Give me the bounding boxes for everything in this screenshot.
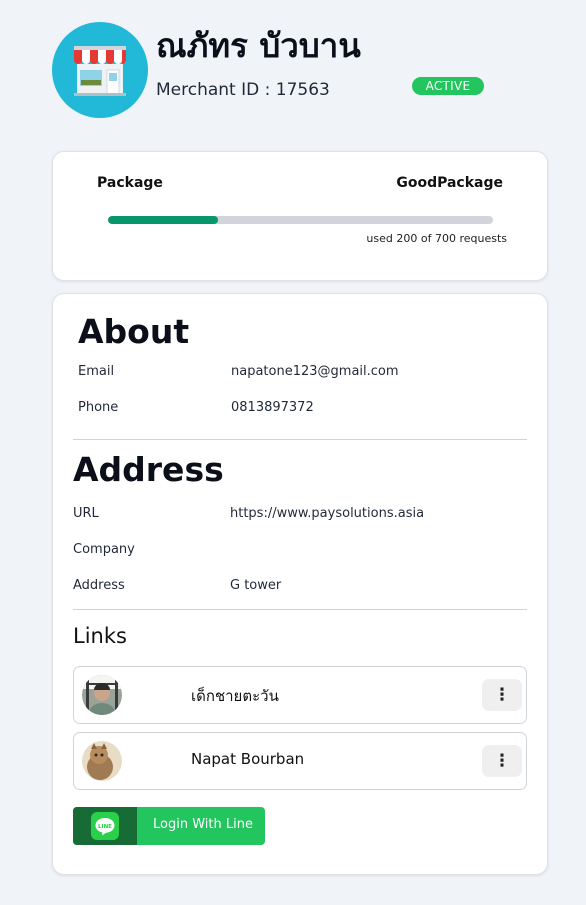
link-avatar [82,741,122,781]
company-label: Company [73,542,135,557]
login-with-line-button[interactable]: LINE Login With Line [73,807,265,845]
link-avatar [82,675,122,715]
email-value: napatone123@gmail.com [231,364,399,379]
phone-label: Phone [78,400,119,415]
address-value: G tower [230,578,282,593]
url-value: https://www.paysolutions.asia [230,506,425,521]
address-heading: Address [73,450,224,489]
merchant-info-card: About Email napatone123@gmail.com Phone … [52,293,548,875]
package-label: Package [97,175,163,191]
line-icon: LINE [73,807,137,845]
usage-progress-fill [108,216,218,224]
link-name: เด็กชายตะวัน [191,687,279,705]
store-icon [74,46,126,96]
phone-value: 0813897372 [231,400,314,415]
divider [73,439,527,440]
status-badge: ACTIVE [412,77,484,95]
login-with-line-label: Login With Line [153,817,253,832]
merchant-header: ณภัทร บัวบาน Merchant ID : 17563 ACTIVE [52,22,492,120]
more-options-button[interactable]: ⋮ [482,679,522,711]
more-options-button[interactable]: ⋮ [482,745,522,777]
url-label: URL [73,506,99,521]
svg-text:LINE: LINE [98,824,112,830]
about-heading: About [78,312,190,351]
merchant-id: Merchant ID : 17563 [156,80,330,100]
links-heading: Links [73,624,127,648]
address-label: Address [73,578,125,593]
email-label: Email [78,364,115,379]
package-card: Package GoodPackage used 200 of 700 requ… [52,151,548,281]
merchant-avatar [52,22,148,118]
link-item[interactable]: Napat Bourban ⋮ [73,732,527,790]
link-item[interactable]: เด็กชายตะวัน ⋮ [73,666,527,724]
usage-progress-bar [108,216,493,224]
divider [73,609,527,610]
usage-text: used 200 of 700 requests [366,232,507,245]
merchant-name: ณภัทร บัวบาน [156,26,361,65]
link-name: Napat Bourban [191,750,305,768]
package-name: GoodPackage [396,175,503,191]
